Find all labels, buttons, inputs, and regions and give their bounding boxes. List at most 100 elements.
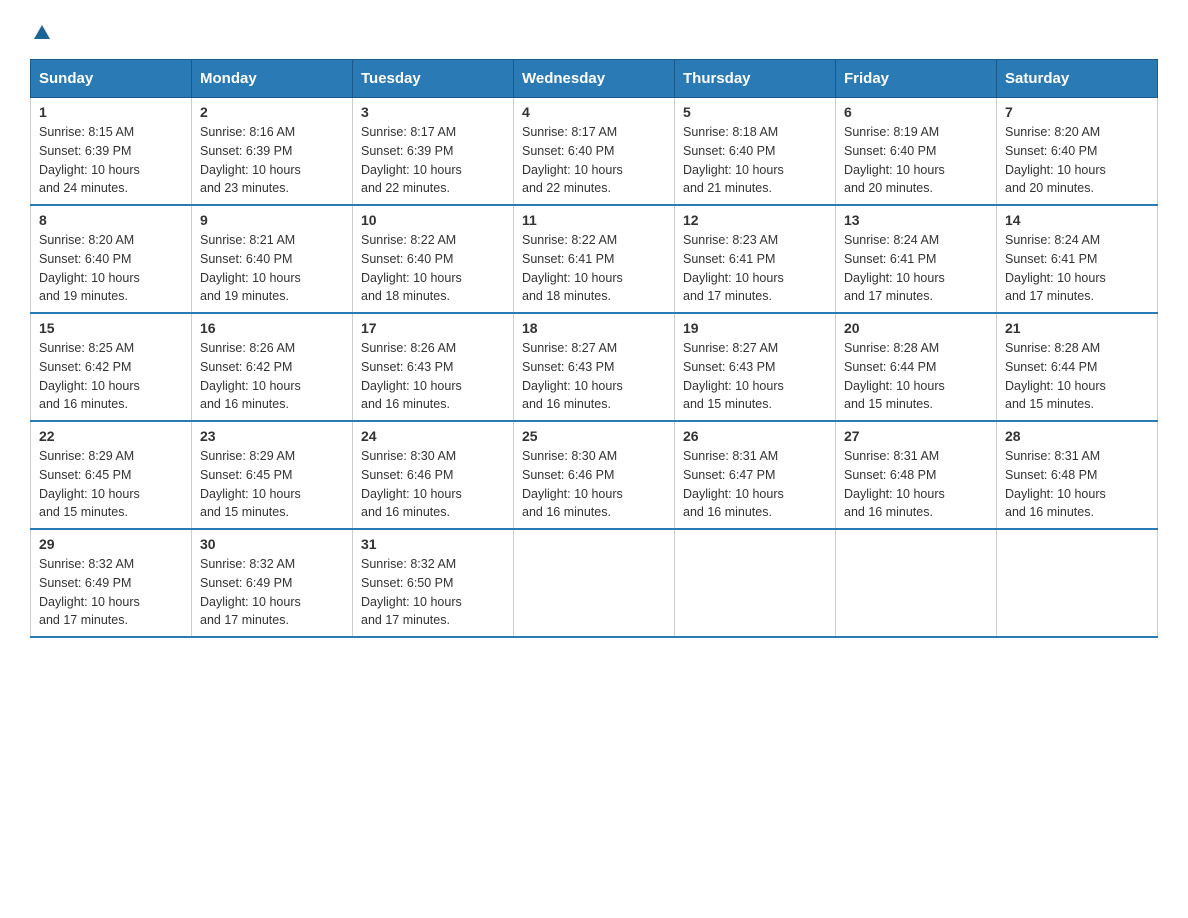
calendar-cell: 27 Sunrise: 8:31 AMSunset: 6:48 PMDayligh… (836, 421, 997, 529)
day-number: 5 (683, 104, 827, 120)
calendar-cell: 15 Sunrise: 8:25 AMSunset: 6:42 PMDayligh… (31, 313, 192, 421)
day-number: 30 (200, 536, 344, 552)
column-header-sunday: Sunday (31, 60, 192, 98)
logo (30, 20, 52, 39)
column-header-friday: Friday (836, 60, 997, 98)
calendar-cell: 11 Sunrise: 8:22 AMSunset: 6:41 PMDayligh… (514, 205, 675, 313)
day-number: 31 (361, 536, 505, 552)
column-header-thursday: Thursday (675, 60, 836, 98)
day-number: 26 (683, 428, 827, 444)
day-info: Sunrise: 8:31 AMSunset: 6:47 PMDaylight:… (683, 447, 827, 522)
day-info: Sunrise: 8:24 AMSunset: 6:41 PMDaylight:… (1005, 231, 1149, 306)
day-number: 15 (39, 320, 183, 336)
calendar-cell: 3 Sunrise: 8:17 AMSunset: 6:39 PMDaylight… (353, 98, 514, 206)
day-info: Sunrise: 8:31 AMSunset: 6:48 PMDaylight:… (844, 447, 988, 522)
day-info: Sunrise: 8:17 AMSunset: 6:40 PMDaylight:… (522, 123, 666, 198)
day-number: 11 (522, 212, 666, 228)
day-info: Sunrise: 8:29 AMSunset: 6:45 PMDaylight:… (39, 447, 183, 522)
day-info: Sunrise: 8:18 AMSunset: 6:40 PMDaylight:… (683, 123, 827, 198)
day-info: Sunrise: 8:32 AMSunset: 6:49 PMDaylight:… (200, 555, 344, 630)
calendar-cell (514, 529, 675, 637)
day-number: 12 (683, 212, 827, 228)
calendar-cell: 13Sunrise: 8:24 AMSunset: 6:41 PMDayligh… (836, 205, 997, 313)
day-number: 29 (39, 536, 183, 552)
calendar-week-row: 22 Sunrise: 8:29 AMSunset: 6:45 PMDayligh… (31, 421, 1158, 529)
day-number: 6 (844, 104, 988, 120)
calendar-cell: 17Sunrise: 8:26 AMSunset: 6:43 PMDayligh… (353, 313, 514, 421)
calendar-cell: 24 Sunrise: 8:30 AMSunset: 6:46 PMDayligh… (353, 421, 514, 529)
calendar-week-row: 8 Sunrise: 8:20 AMSunset: 6:40 PMDaylight… (31, 205, 1158, 313)
day-number: 8 (39, 212, 183, 228)
calendar-cell (675, 529, 836, 637)
calendar-week-row: 1 Sunrise: 8:15 AMSunset: 6:39 PMDaylight… (31, 98, 1158, 206)
calendar-cell: 19 Sunrise: 8:27 AMSunset: 6:43 PMDayligh… (675, 313, 836, 421)
calendar-cell: 26 Sunrise: 8:31 AMSunset: 6:47 PMDayligh… (675, 421, 836, 529)
day-info: Sunrise: 8:21 AMSunset: 6:40 PMDaylight:… (200, 231, 344, 306)
calendar-cell: 6 Sunrise: 8:19 AMSunset: 6:40 PMDaylight… (836, 98, 997, 206)
column-header-saturday: Saturday (997, 60, 1158, 98)
day-number: 13 (844, 212, 988, 228)
day-number: 24 (361, 428, 505, 444)
calendar-cell: 7 Sunrise: 8:20 AMSunset: 6:40 PMDaylight… (997, 98, 1158, 206)
calendar-header-row: SundayMondayTuesdayWednesdayThursdayFrid… (31, 60, 1158, 98)
day-info: Sunrise: 8:16 AMSunset: 6:39 PMDaylight:… (200, 123, 344, 198)
day-info: Sunrise: 8:25 AMSunset: 6:42 PMDaylight:… (39, 339, 183, 414)
day-info: Sunrise: 8:32 AMSunset: 6:50 PMDaylight:… (361, 555, 505, 630)
calendar-cell: 12 Sunrise: 8:23 AMSunset: 6:41 PMDayligh… (675, 205, 836, 313)
page-header (30, 20, 1158, 39)
day-info: Sunrise: 8:27 AMSunset: 6:43 PMDaylight:… (522, 339, 666, 414)
day-number: 27 (844, 428, 988, 444)
day-info: Sunrise: 8:22 AMSunset: 6:41 PMDaylight:… (522, 231, 666, 306)
calendar-cell: 20 Sunrise: 8:28 AMSunset: 6:44 PMDayligh… (836, 313, 997, 421)
day-info: Sunrise: 8:22 AMSunset: 6:40 PMDaylight:… (361, 231, 505, 306)
column-header-monday: Monday (192, 60, 353, 98)
day-number: 14 (1005, 212, 1149, 228)
day-number: 1 (39, 104, 183, 120)
calendar-cell: 2Sunrise: 8:16 AMSunset: 6:39 PMDaylight… (192, 98, 353, 206)
day-info: Sunrise: 8:30 AMSunset: 6:46 PMDaylight:… (361, 447, 505, 522)
day-number: 21 (1005, 320, 1149, 336)
day-info: Sunrise: 8:20 AMSunset: 6:40 PMDaylight:… (1005, 123, 1149, 198)
day-info: Sunrise: 8:28 AMSunset: 6:44 PMDaylight:… (1005, 339, 1149, 414)
calendar-week-row: 29 Sunrise: 8:32 AMSunset: 6:49 PMDayligh… (31, 529, 1158, 637)
day-info: Sunrise: 8:15 AMSunset: 6:39 PMDaylight:… (39, 123, 183, 198)
day-number: 10 (361, 212, 505, 228)
day-info: Sunrise: 8:26 AMSunset: 6:42 PMDaylight:… (200, 339, 344, 414)
day-info: Sunrise: 8:19 AMSunset: 6:40 PMDaylight:… (844, 123, 988, 198)
column-header-wednesday: Wednesday (514, 60, 675, 98)
day-number: 22 (39, 428, 183, 444)
day-info: Sunrise: 8:17 AMSunset: 6:39 PMDaylight:… (361, 123, 505, 198)
calendar-cell: 14 Sunrise: 8:24 AMSunset: 6:41 PMDayligh… (997, 205, 1158, 313)
day-number: 18 (522, 320, 666, 336)
day-number: 25 (522, 428, 666, 444)
day-info: Sunrise: 8:23 AMSunset: 6:41 PMDaylight:… (683, 231, 827, 306)
calendar-cell (997, 529, 1158, 637)
calendar-cell: 16 Sunrise: 8:26 AMSunset: 6:42 PMDayligh… (192, 313, 353, 421)
calendar-cell: 23Sunrise: 8:29 AMSunset: 6:45 PMDayligh… (192, 421, 353, 529)
day-info: Sunrise: 8:31 AMSunset: 6:48 PMDaylight:… (1005, 447, 1149, 522)
day-number: 3 (361, 104, 505, 120)
day-info: Sunrise: 8:20 AMSunset: 6:40 PMDaylight:… (39, 231, 183, 306)
day-info: Sunrise: 8:28 AMSunset: 6:44 PMDaylight:… (844, 339, 988, 414)
logo-triangle-icon (32, 23, 52, 43)
day-number: 9 (200, 212, 344, 228)
day-number: 20 (844, 320, 988, 336)
calendar-cell: 31 Sunrise: 8:32 AMSunset: 6:50 PMDayligh… (353, 529, 514, 637)
calendar-cell: 1 Sunrise: 8:15 AMSunset: 6:39 PMDaylight… (31, 98, 192, 206)
day-number: 4 (522, 104, 666, 120)
day-number: 17 (361, 320, 505, 336)
calendar-cell: 28Sunrise: 8:31 AMSunset: 6:48 PMDayligh… (997, 421, 1158, 529)
logo-mark (30, 20, 52, 39)
calendar-cell: 10 Sunrise: 8:22 AMSunset: 6:40 PMDayligh… (353, 205, 514, 313)
calendar-cell: 4 Sunrise: 8:17 AMSunset: 6:40 PMDaylight… (514, 98, 675, 206)
day-info: Sunrise: 8:27 AMSunset: 6:43 PMDaylight:… (683, 339, 827, 414)
day-number: 16 (200, 320, 344, 336)
day-number: 7 (1005, 104, 1149, 120)
calendar-week-row: 15 Sunrise: 8:25 AMSunset: 6:42 PMDayligh… (31, 313, 1158, 421)
day-number: 19 (683, 320, 827, 336)
day-info: Sunrise: 8:32 AMSunset: 6:49 PMDaylight:… (39, 555, 183, 630)
calendar-table: SundayMondayTuesdayWednesdayThursdayFrid… (30, 59, 1158, 638)
calendar-cell: 9 Sunrise: 8:21 AMSunset: 6:40 PMDaylight… (192, 205, 353, 313)
calendar-cell: 30 Sunrise: 8:32 AMSunset: 6:49 PMDayligh… (192, 529, 353, 637)
day-number: 23 (200, 428, 344, 444)
